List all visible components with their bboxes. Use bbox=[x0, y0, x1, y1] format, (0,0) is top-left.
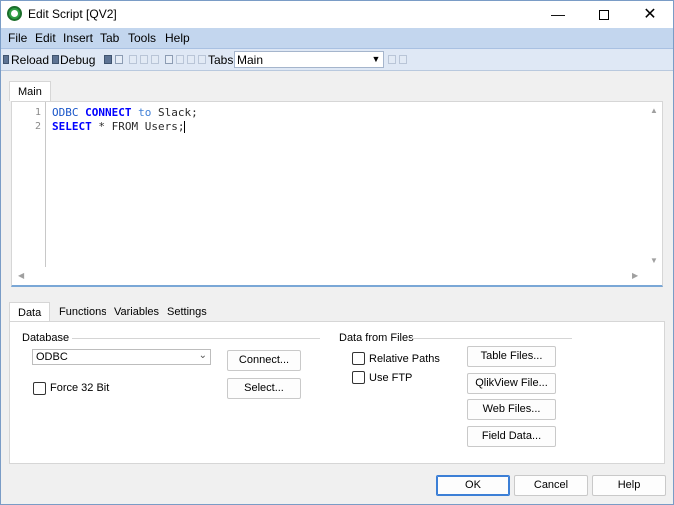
web-files-button[interactable]: Web Files... bbox=[467, 399, 556, 420]
print-icon[interactable] bbox=[115, 55, 123, 64]
line-number: 1 bbox=[34, 107, 41, 118]
tab-remove-icon[interactable] bbox=[399, 55, 407, 64]
tab-data[interactable]: Data bbox=[9, 302, 51, 322]
script-editor[interactable]: 1 2 ODBC CONNECT to Slack; SELECT * FROM… bbox=[11, 101, 663, 287]
menu-insert[interactable]: Insert bbox=[63, 31, 93, 45]
chevron-down-icon: ▼ bbox=[371, 54, 381, 64]
toolbar: Reload Debug Tabs Main ▼ bbox=[1, 49, 673, 71]
select-button[interactable]: Select... bbox=[227, 378, 301, 399]
scroll-up-icon[interactable]: ▲ bbox=[650, 106, 658, 115]
qlikview-file-button[interactable]: QlikView File... bbox=[467, 373, 556, 394]
tabs-label: Tabs bbox=[208, 53, 234, 67]
copy-icon[interactable] bbox=[140, 55, 148, 64]
debug-button[interactable]: Debug bbox=[60, 53, 95, 67]
group-divider bbox=[411, 338, 572, 339]
use-ftp-checkbox[interactable] bbox=[352, 371, 365, 384]
scroll-down-icon[interactable]: ▼ bbox=[650, 256, 658, 265]
undo-icon[interactable] bbox=[176, 55, 184, 64]
scroll-right-icon[interactable]: ▶ bbox=[632, 271, 638, 280]
code-token: to bbox=[131, 106, 158, 119]
relative-paths-label: Relative Paths bbox=[369, 353, 440, 365]
maximize-button[interactable] bbox=[581, 1, 627, 28]
menu-bar: File Edit Insert Tab Tools Help bbox=[1, 28, 673, 49]
code-token: CONNECT bbox=[85, 106, 132, 119]
text-caret bbox=[184, 121, 186, 133]
database-select-value: ODBC bbox=[36, 351, 68, 363]
menu-file[interactable]: File bbox=[8, 31, 27, 45]
code-line[interactable]: ODBC CONNECT to Slack; bbox=[52, 106, 198, 119]
code-token: Slack; bbox=[157, 106, 198, 119]
horizontal-scrollbar[interactable]: ◀ ▶ bbox=[12, 267, 646, 285]
reload-icon bbox=[3, 55, 9, 64]
redo-icon[interactable] bbox=[187, 55, 195, 64]
line-number-gutter: 1 2 bbox=[12, 102, 46, 268]
paste-icon[interactable] bbox=[151, 55, 159, 64]
find-icon[interactable] bbox=[165, 55, 173, 64]
connect-button[interactable]: Connect... bbox=[227, 350, 301, 371]
force-32-bit-checkbox[interactable] bbox=[33, 382, 46, 395]
menu-tab[interactable]: Tab bbox=[100, 31, 119, 45]
tabs-select[interactable]: Main ▼ bbox=[234, 51, 384, 68]
code-line[interactable]: SELECT * FROM Users; bbox=[52, 120, 186, 133]
use-ftp-label: Use FTP bbox=[369, 372, 413, 384]
group-divider bbox=[72, 338, 320, 339]
reload-button[interactable]: Reload bbox=[11, 53, 49, 67]
tabs-select-value: Main bbox=[237, 53, 264, 67]
menu-help[interactable]: Help bbox=[165, 31, 190, 45]
database-group-label: Database bbox=[22, 332, 70, 344]
help-button[interactable]: Help bbox=[592, 475, 666, 496]
menu-tools[interactable]: Tools bbox=[128, 31, 156, 45]
line-number: 2 bbox=[34, 121, 41, 132]
relative-paths-checkbox[interactable] bbox=[352, 352, 365, 365]
indent-icon[interactable] bbox=[198, 55, 206, 64]
code-token: SELECT bbox=[52, 120, 92, 133]
maximize-icon bbox=[599, 10, 609, 21]
database-select[interactable]: ODBC ⌄ bbox=[32, 349, 211, 365]
field-data-button[interactable]: Field Data... bbox=[467, 426, 556, 447]
code-token: * FROM Users; bbox=[91, 120, 185, 133]
code-token: ODBC bbox=[52, 106, 86, 119]
edit-script-window: Edit Script [QV2] — ✕ File Edit Insert T… bbox=[0, 0, 674, 505]
close-button[interactable]: ✕ bbox=[627, 1, 673, 28]
tab-add-icon[interactable] bbox=[388, 55, 396, 64]
force-32-bit-label: Force 32 Bit bbox=[50, 382, 110, 394]
ok-button[interactable]: OK bbox=[436, 475, 510, 496]
cut-icon[interactable] bbox=[129, 55, 137, 64]
data-from-files-group-label: Data from Files bbox=[339, 332, 414, 344]
debug-icon bbox=[52, 55, 59, 64]
qlikview-app-icon bbox=[7, 6, 22, 21]
window-title: Edit Script [QV2] bbox=[28, 7, 117, 21]
vertical-scrollbar[interactable]: ▲ ▼ bbox=[646, 102, 662, 268]
tab-main[interactable]: Main bbox=[9, 81, 51, 101]
minimize-button[interactable]: — bbox=[535, 1, 581, 28]
table-files-button[interactable]: Table Files... bbox=[467, 346, 556, 367]
tab-settings[interactable]: Settings bbox=[159, 302, 215, 322]
data-panel: Database ODBC ⌄ Force 32 Bit Connect... … bbox=[9, 321, 665, 464]
tab-variables[interactable]: Variables bbox=[106, 302, 168, 322]
chevron-down-icon: ⌄ bbox=[198, 350, 207, 361]
menu-edit[interactable]: Edit bbox=[35, 31, 56, 45]
save-icon[interactable] bbox=[104, 55, 112, 64]
cancel-button[interactable]: Cancel bbox=[514, 475, 588, 496]
title-bar: Edit Script [QV2] — ✕ bbox=[1, 1, 673, 28]
scroll-left-icon[interactable]: ◀ bbox=[18, 271, 24, 280]
